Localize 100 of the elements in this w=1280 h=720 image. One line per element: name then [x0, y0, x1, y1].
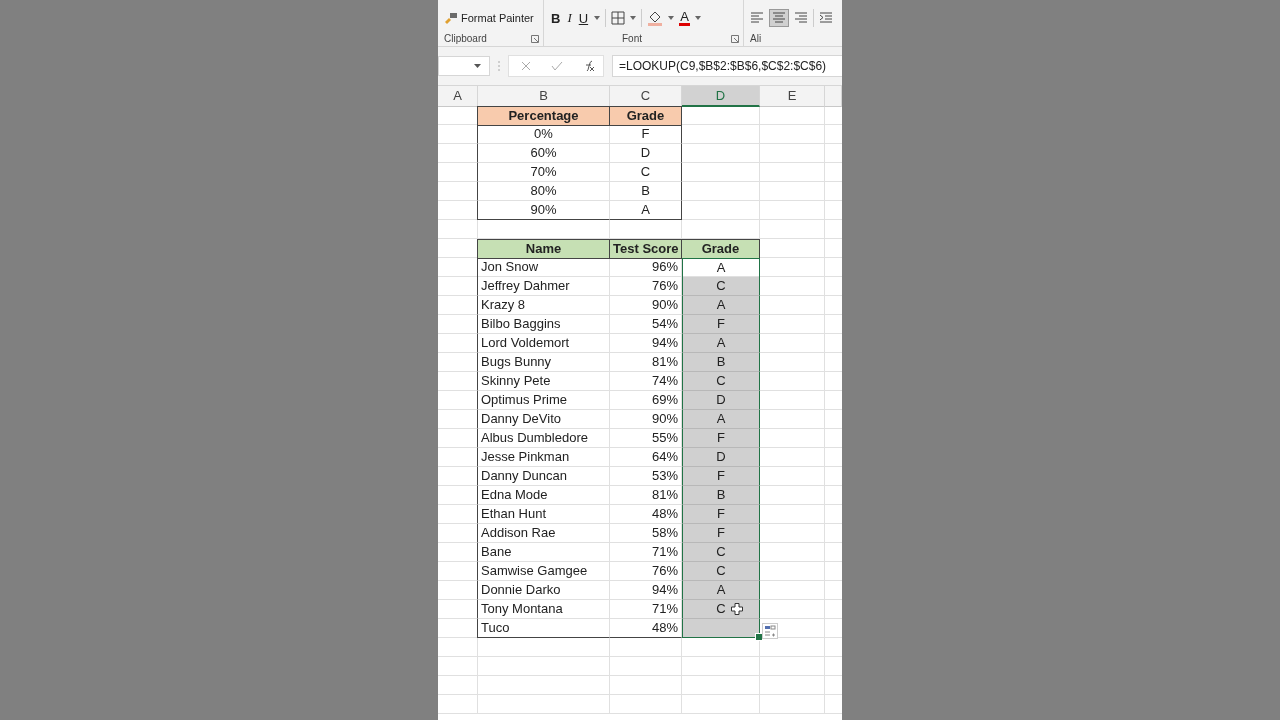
table-cell-text: 53% — [650, 467, 679, 485]
align-left-icon[interactable] — [750, 12, 764, 24]
table-cell: B — [610, 182, 682, 201]
grade-cell[interactable]: C — [682, 562, 760, 581]
italic-button[interactable]: I — [566, 10, 573, 26]
table-cell: 70% — [477, 163, 610, 182]
table-cell-text: 90% — [650, 296, 679, 314]
grade-cell[interactable]: C — [682, 600, 760, 619]
table-cell: Edna Mode — [477, 486, 610, 505]
formula-field[interactable]: =LOOKUP(C9,$B$2:$B$6,$C$2:$C$6) — [612, 55, 842, 77]
insert-function-icon[interactable] — [583, 60, 595, 72]
cancel-icon[interactable] — [521, 61, 531, 71]
grade-cell[interactable]: B — [682, 486, 760, 505]
dropdown-caret-icon[interactable] — [668, 16, 675, 20]
grade-cell[interactable]: F — [682, 315, 760, 334]
column-header[interactable]: D — [682, 86, 760, 107]
grade-cell[interactable]: F — [682, 524, 760, 543]
table-cell: 80% — [477, 182, 610, 201]
dropdown-caret-icon[interactable] — [694, 16, 701, 20]
table-cell: Donnie Darko — [477, 581, 610, 600]
table-cell: Danny Duncan — [477, 467, 610, 486]
header-cell: Percentage — [477, 106, 610, 126]
grade-cell[interactable]: C — [682, 543, 760, 562]
table-cell: C — [610, 163, 682, 182]
table-cell: Jeffrey Dahmer — [477, 277, 610, 296]
paintbrush-icon[interactable] — [444, 12, 458, 24]
table-cell: Bilbo Baggins — [477, 315, 610, 334]
table-cell: Tuco — [477, 619, 610, 638]
header-cell: Name — [477, 239, 610, 259]
grade-cell[interactable]: D — [682, 391, 760, 410]
table-cell: 90% — [477, 201, 610, 220]
fill-color-icon[interactable] — [647, 10, 664, 26]
align-right-icon[interactable] — [794, 12, 808, 24]
grade-cell[interactable] — [682, 619, 760, 638]
underline-button[interactable]: U — [577, 10, 590, 26]
quick-analysis-icon[interactable] — [762, 623, 778, 639]
font-color-button[interactable]: A — [679, 10, 690, 26]
table-cell-text: 76% — [650, 562, 679, 580]
table-cell: 0% — [477, 125, 610, 144]
table-cell: Jesse Pinkman — [477, 448, 610, 467]
table-cell: A — [610, 201, 682, 220]
dialog-launcher-icon[interactable] — [731, 34, 739, 43]
grade-cell[interactable]: F — [682, 505, 760, 524]
header-cell: Grade — [610, 106, 682, 126]
grade-cell[interactable]: F — [682, 429, 760, 448]
bold-button[interactable]: B — [550, 10, 562, 26]
column-header[interactable]: E — [760, 86, 825, 107]
table-cell-text: 76% — [650, 277, 679, 295]
group-label: Font — [622, 33, 642, 44]
grade-cell[interactable]: A — [682, 296, 760, 315]
table-cell: Tony Montana — [477, 600, 610, 619]
enter-check-icon[interactable] — [551, 61, 563, 71]
table-cell: Skinny Pete — [477, 372, 610, 391]
table-cell: Samwise Gamgee — [477, 562, 610, 581]
table-cell: Lord Voldemort — [477, 334, 610, 353]
dropdown-caret-icon[interactable] — [594, 16, 601, 20]
table-cell: D — [610, 144, 682, 163]
table-cell-text: 64% — [650, 448, 679, 466]
table-cell-text: 81% — [650, 486, 679, 504]
header-cell: Grade — [682, 239, 760, 259]
format-painter-button[interactable]: Format Painter — [461, 12, 534, 24]
grade-cell[interactable]: B — [682, 353, 760, 372]
grade-cell[interactable]: D — [682, 448, 760, 467]
table-cell-text: 94% — [650, 334, 679, 352]
dropdown-caret-icon[interactable] — [630, 16, 637, 20]
table-cell-text: 58% — [650, 524, 679, 542]
column-header[interactable]: A — [438, 86, 478, 107]
grade-cell[interactable]: C — [682, 277, 760, 296]
table-cell-text: 71% — [650, 543, 679, 561]
dialog-launcher-icon[interactable] — [531, 34, 539, 43]
table-cell: Addison Rae — [477, 524, 610, 543]
table-cell: 60% — [477, 144, 610, 163]
table-cell-text: 69% — [650, 391, 679, 409]
grade-cell[interactable]: F — [682, 467, 760, 486]
table-cell: Danny DeVito — [477, 410, 610, 429]
table-cell: Bugs Bunny — [477, 353, 610, 372]
grade-cell[interactable]: A — [682, 334, 760, 353]
table-cell-text: 94% — [650, 581, 679, 599]
grade-cell[interactable]: A — [682, 581, 760, 600]
grade-cell[interactable]: C — [682, 372, 760, 391]
table-cell: F — [610, 125, 682, 144]
align-center-button[interactable] — [769, 9, 789, 27]
table-cell: Optimus Prime — [477, 391, 610, 410]
table-cell-text: 74% — [650, 372, 679, 390]
cursor-icon — [731, 603, 743, 615]
indent-icon[interactable] — [819, 12, 833, 24]
table-cell-text: 71% — [650, 600, 679, 618]
table-cell-text: 55% — [650, 429, 679, 447]
borders-icon[interactable] — [611, 11, 626, 25]
table-cell-text: 90% — [650, 410, 679, 428]
table-cell: Bane — [477, 543, 610, 562]
table-cell-text: 48% — [650, 505, 679, 523]
table-cell: Ethan Hunt — [477, 505, 610, 524]
table-cell: Krazy 8 — [477, 296, 610, 315]
table-cell: Albus Dumbledore — [477, 429, 610, 448]
table-cell-text: 81% — [650, 353, 679, 371]
group-label: Ali — [750, 33, 762, 44]
table-cell-text: 96% — [650, 258, 679, 276]
group-label: Clipboard — [444, 33, 487, 44]
grade-cell[interactable]: A — [682, 410, 760, 429]
